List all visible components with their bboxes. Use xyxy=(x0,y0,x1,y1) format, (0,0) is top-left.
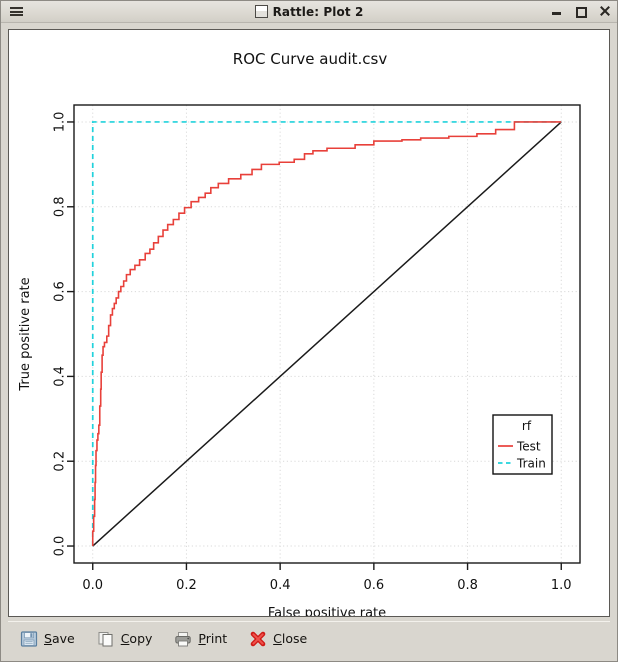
legend-title: rf xyxy=(522,419,532,433)
floppy-disk-icon xyxy=(20,630,38,647)
legend-label: Test xyxy=(516,440,541,454)
x-tick-label: 0.4 xyxy=(270,578,291,593)
roc-chart: ROC Curve audit.csv 0.0 0.2 0.4 0.6 0.8 1.0 0.0… xyxy=(18,50,581,616)
chart-legend: rf Test Train xyxy=(492,414,553,475)
window-controls xyxy=(551,1,610,22)
save-button[interactable]: Save xyxy=(18,628,77,650)
save-button-label: Save xyxy=(44,631,75,646)
y-tick-label: 0.6 xyxy=(53,281,68,302)
y-tick-label: 0.4 xyxy=(53,366,68,387)
minimize-icon[interactable] xyxy=(551,6,562,17)
x-tick-label: 1.0 xyxy=(551,578,572,593)
copy-button[interactable]: Copy xyxy=(95,628,155,650)
x-tick-label: 0.6 xyxy=(364,578,385,593)
window-title-group: Rattle: Plot 2 xyxy=(1,1,617,22)
print-button[interactable]: Print xyxy=(172,628,229,650)
red-x-icon xyxy=(250,631,266,646)
y-tick-label: 0.8 xyxy=(53,196,68,217)
y-tick-label: 0.0 xyxy=(53,536,68,557)
maximize-icon[interactable] xyxy=(575,6,587,18)
series-chance-diagonal xyxy=(92,121,562,547)
chart-title: ROC Curve audit.csv xyxy=(233,50,388,68)
copy-pages-icon xyxy=(98,631,113,646)
y-tick-label: 0.2 xyxy=(53,451,68,472)
chart-series xyxy=(91,121,562,547)
y-axis-label: True positive rate xyxy=(18,277,33,391)
window-icon xyxy=(254,5,268,18)
plot-window: Rattle: Plot 2 ROC Curve audit.csv 0.0 0.2… xyxy=(0,0,618,662)
x-axis-label: False positive rate xyxy=(268,606,386,616)
close-icon[interactable] xyxy=(599,6,610,17)
close-button[interactable]: Close xyxy=(247,628,309,650)
close-button-label: Close xyxy=(273,631,308,646)
bottom-toolbar: Save Copy Print Close xyxy=(8,621,610,655)
x-tick-label: 0.0 xyxy=(82,578,103,593)
legend-label: Train xyxy=(516,457,546,471)
printer-icon xyxy=(175,631,192,646)
window-titlebar[interactable]: Rattle: Plot 2 xyxy=(1,1,617,23)
plot-canvas: ROC Curve audit.csv 0.0 0.2 0.4 0.6 0.8 1.0 0.0… xyxy=(8,29,610,617)
window-title: Rattle: Plot 2 xyxy=(272,4,364,19)
copy-button-label: Copy xyxy=(120,631,153,646)
hamburger-menu-icon[interactable] xyxy=(10,7,23,16)
x-tick-label: 0.2 xyxy=(176,578,197,593)
y-tick-label: 1.0 xyxy=(53,112,68,133)
print-button-label: Print xyxy=(198,631,228,646)
x-tick-label: 0.8 xyxy=(457,578,478,593)
